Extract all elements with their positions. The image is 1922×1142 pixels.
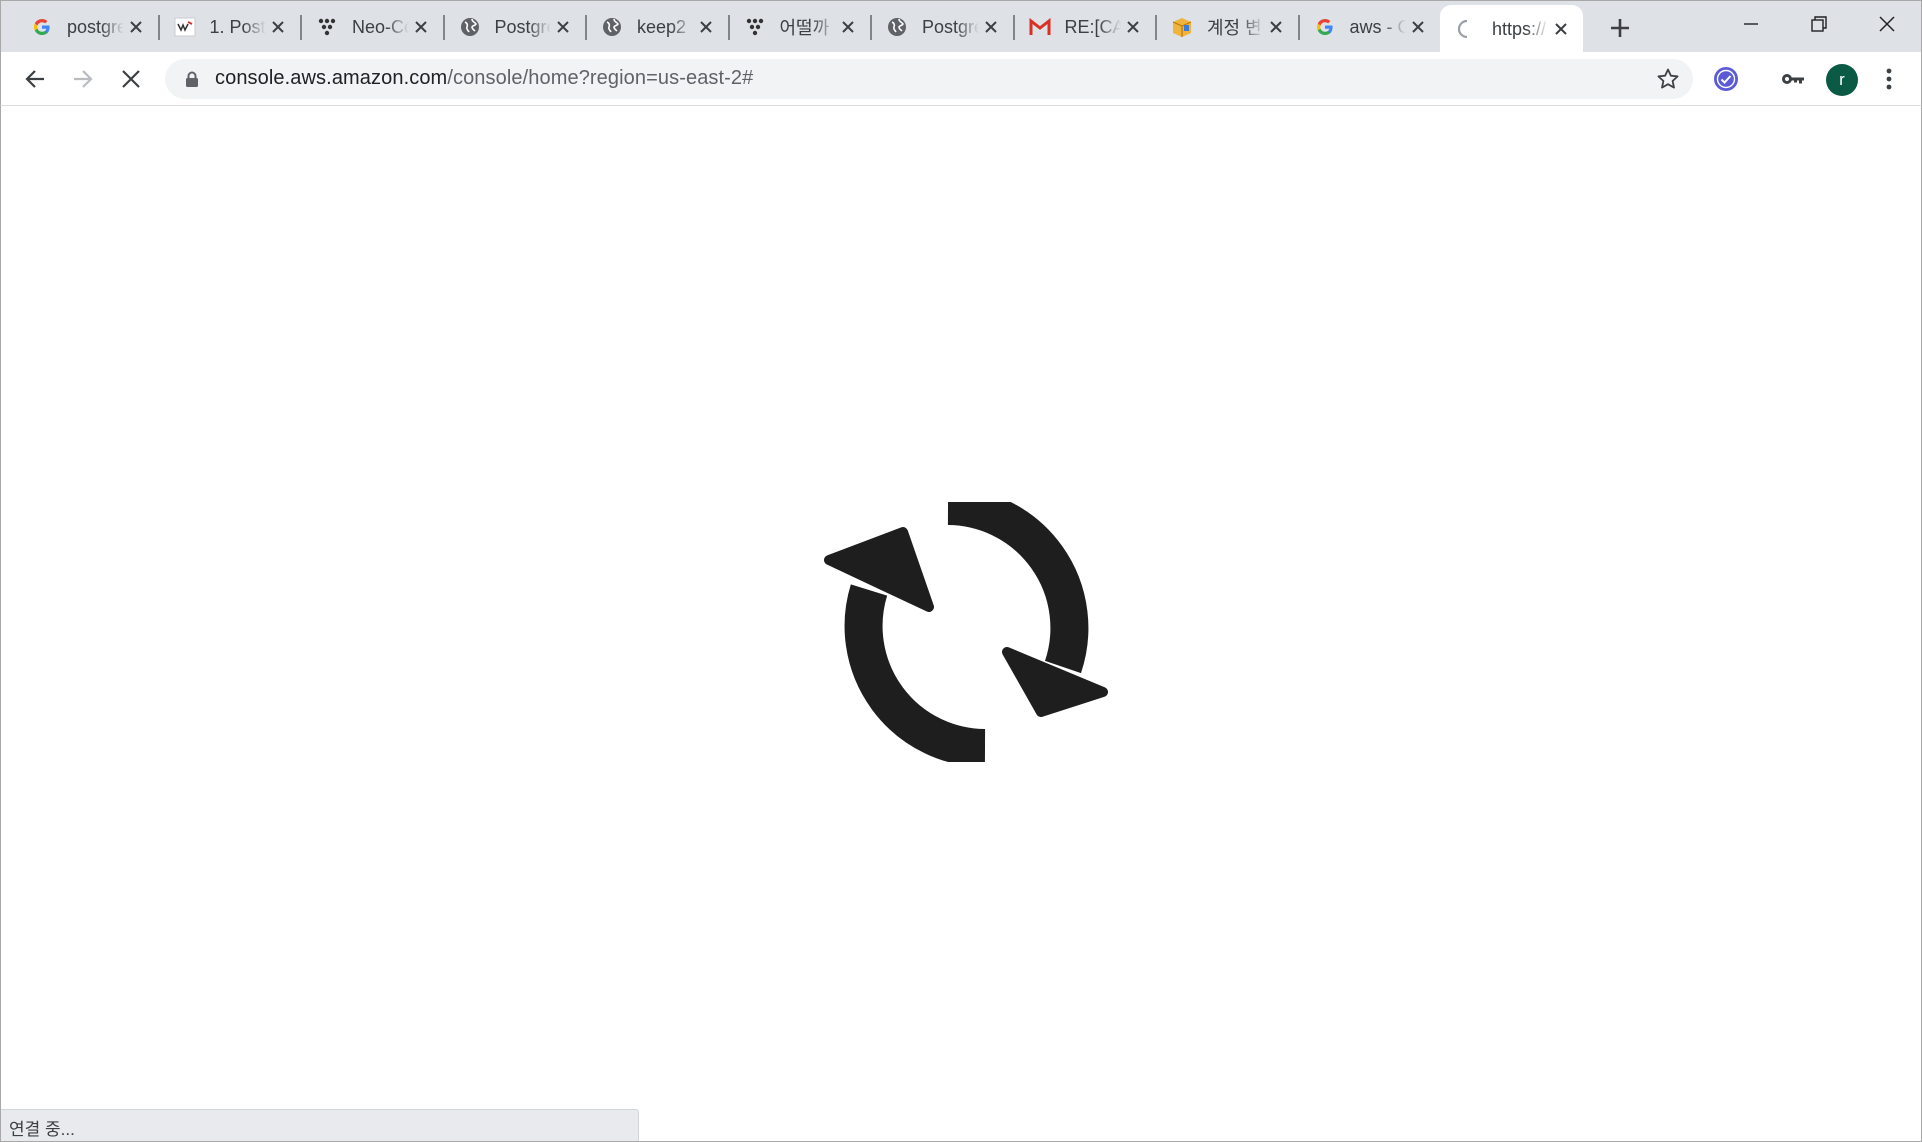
tab-title: RE:[CA xyxy=(1064,16,1122,37)
tab-neo-cortex[interactable]: Neo-Cortex xyxy=(300,1,443,53)
loading-spinner-icon xyxy=(1456,18,1478,40)
tab-title: 어떨까 xyxy=(779,18,830,38)
tab-korean-page[interactable]: 어떨까 xyxy=(727,1,871,53)
tab-aws-search[interactable]: aws - Google xyxy=(1297,1,1441,53)
forward-button[interactable] xyxy=(66,62,100,96)
close-icon[interactable] xyxy=(979,15,1003,39)
arrow-right-icon xyxy=(74,70,93,88)
arrow-left-icon xyxy=(25,70,44,88)
tab-strip: postgres 1. Postgres Neo-Cortex PostgreS… xyxy=(0,0,1922,53)
tab-title: 계정 변경 xyxy=(1207,18,1264,38)
tab-account[interactable]: 계정 변경 xyxy=(1155,1,1298,53)
extension-check-icon[interactable] xyxy=(1709,62,1743,96)
stop-loading-button[interactable] xyxy=(114,62,148,96)
tab-keep2[interactable]: keep2 xyxy=(585,1,728,53)
close-icon xyxy=(122,70,140,88)
close-icon[interactable] xyxy=(551,15,575,39)
tab-list: postgres 1. Postgres Neo-Cortex PostgreS… xyxy=(15,1,1583,53)
restore-icon xyxy=(1811,15,1827,32)
tab-title: aws - Google xyxy=(1349,16,1407,37)
kebab-menu-icon[interactable] xyxy=(1872,62,1906,96)
profile-avatar[interactable]: r xyxy=(1826,64,1858,96)
globe-icon xyxy=(886,16,908,38)
dots-icon xyxy=(316,16,338,38)
key-icon[interactable] xyxy=(1776,62,1810,96)
restore-button[interactable] xyxy=(1785,1,1853,46)
google-icon xyxy=(1314,16,1336,38)
back-button[interactable] xyxy=(18,62,52,96)
tab-title: PostgreSQL xyxy=(922,16,979,37)
address-bar[interactable]: console.aws.amazon.com/console/home?regi… xyxy=(165,59,1693,99)
tab-title: postgres xyxy=(67,16,124,37)
tab-postgresql-1[interactable]: PostgreSQL xyxy=(442,1,586,53)
close-icon[interactable] xyxy=(1121,15,1145,39)
globe-icon xyxy=(601,16,623,38)
plus-icon xyxy=(1611,19,1629,37)
minimize-button[interactable] xyxy=(1717,1,1785,46)
tab-aws-console-active[interactable]: https:// xyxy=(1440,5,1583,53)
minimize-icon xyxy=(1744,22,1758,25)
tab-title: Neo-Cortex xyxy=(352,16,409,37)
new-tab-button[interactable] xyxy=(1605,13,1635,43)
google-icon xyxy=(31,16,53,38)
dots-icon xyxy=(744,16,766,38)
url-host: console.aws.amazon.com xyxy=(215,67,448,89)
tab-title: keep2 xyxy=(637,16,687,37)
close-icon[interactable] xyxy=(1264,15,1288,39)
tab-title: PostgreSQL xyxy=(494,16,552,37)
package-icon xyxy=(1171,16,1193,38)
close-icon[interactable] xyxy=(266,15,290,39)
close-icon xyxy=(1879,15,1895,32)
close-icon[interactable] xyxy=(1406,15,1430,39)
tab-title: https:// xyxy=(1492,18,1547,39)
tab-postgresql-2[interactable]: PostgreSQL xyxy=(870,1,1013,53)
close-icon[interactable] xyxy=(694,15,718,39)
reload-arrows-icon xyxy=(824,502,1108,762)
bookmark-star-icon[interactable] xyxy=(1656,67,1680,96)
tab-postgres-search[interactable]: postgres xyxy=(15,1,158,53)
site-logo-icon xyxy=(174,16,196,38)
status-bar: 연결 중... xyxy=(1,1109,639,1141)
close-window-button[interactable] xyxy=(1853,1,1921,46)
close-icon[interactable] xyxy=(124,15,148,39)
gmail-icon xyxy=(1029,16,1051,38)
globe-icon xyxy=(459,16,481,38)
tab-postgres-tutorial[interactable]: 1. Postgres xyxy=(157,1,301,53)
lock-icon xyxy=(185,71,199,92)
close-icon[interactable] xyxy=(1549,17,1573,41)
browser-toolbar: console.aws.amazon.com/console/home?regi… xyxy=(0,52,1922,106)
url-text: console.aws.amazon.com/console/home?regi… xyxy=(215,67,753,90)
tab-gmail[interactable]: RE:[CA xyxy=(1012,1,1156,53)
page-content: 연결 중... xyxy=(0,106,1922,1142)
close-icon[interactable] xyxy=(409,15,433,39)
url-path: /console/home?region=us-east-2# xyxy=(447,67,754,89)
close-icon[interactable] xyxy=(836,15,860,39)
tab-title: 1. Postgres xyxy=(209,16,267,37)
